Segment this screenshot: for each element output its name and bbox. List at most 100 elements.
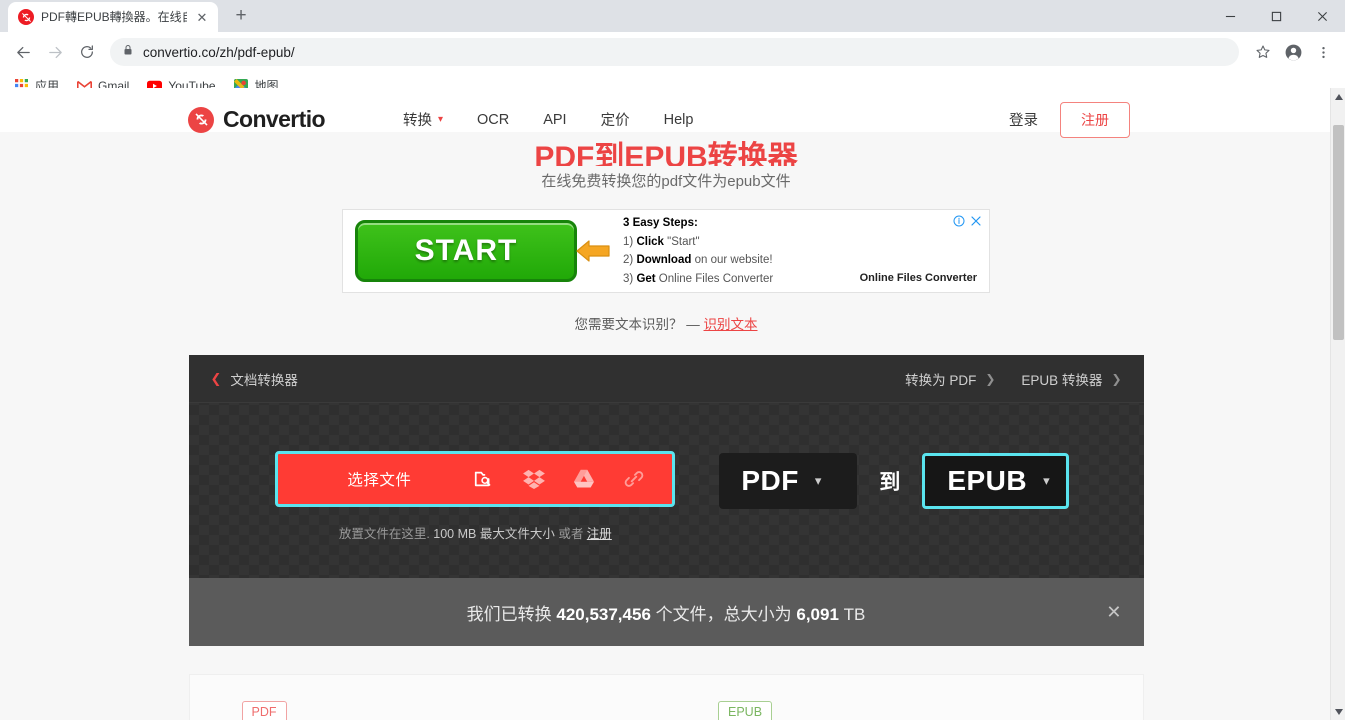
browser-toolbar: convertio.co/zh/pdf-epub/ — [0, 32, 1345, 72]
site-header-actions: 登录 注册 — [1009, 101, 1332, 138]
convertio-favicon — [18, 9, 34, 25]
ad-banner[interactable]: START 3 Easy Steps: 1) Click "Start" 2) … — [342, 209, 990, 293]
browser-titlebar: PDF轉EPUB轉換器。在线自由 – ✕ + — [0, 0, 1345, 32]
breadcrumb-epub-converter[interactable]: EPUB 转换器 ❯ — [1021, 369, 1121, 389]
ad-steps-title: 3 Easy Steps: — [623, 217, 698, 229]
converter-container: ❮ 文档转换器 转换为 PDF ❯ EPUB 转换器 ❯ 选择文件 放置文件在这… — [0, 355, 1332, 674]
file-dropzone[interactable]: 选择文件 放置文件在这里. 100 MB 最大文件大小 或者 注册 — [275, 451, 676, 542]
hint-signup-link[interactable]: 注册 — [587, 527, 612, 541]
ad-step-2: 2) Download on our website! — [623, 251, 773, 270]
ad-steps: 3 Easy Steps: 1) Click "Start" 2) Downlo… — [623, 214, 773, 288]
ad-step-1: 1) Click "Start" — [623, 233, 773, 252]
folder-search-icon[interactable] — [472, 467, 496, 491]
ocr-prompt: 您需要文本识别？ — 识别文本 — [0, 303, 1332, 355]
page-subtitle: 在线免费转换您的pdf文件为epub文件 — [541, 173, 791, 190]
source-format-select[interactable]: PDF ▾ — [719, 453, 858, 509]
ad-step-rest: Online Files Converter — [655, 272, 774, 285]
breadcrumb-to-pdf[interactable]: 转换为 PDF ❯ — [905, 369, 995, 389]
stats-middle: 个文件，总大小为 — [650, 604, 797, 624]
browser-tab[interactable]: PDF轉EPUB轉換器。在线自由 – ✕ — [8, 2, 218, 32]
back-button[interactable] — [8, 37, 38, 67]
ad-step-bold: Click — [636, 235, 664, 248]
scrollbar-thumb[interactable] — [1333, 125, 1344, 340]
ad-step-rest: on our website! — [691, 254, 773, 266]
ad-arrow-icon — [571, 228, 617, 274]
choose-file-button[interactable]: 选择文件 — [275, 451, 676, 507]
ad-info-icon[interactable] — [953, 214, 965, 232]
stats-prefix: 我们已转换 — [466, 604, 557, 624]
page-content: Convertio 转换 ▾ OCR API 定价 Help 登录 注册 PDF… — [0, 88, 1332, 720]
ad-step-num: 1) — [623, 235, 634, 248]
ad-step-num: 2) — [623, 254, 634, 266]
chevron-left-icon: ❮ — [210, 370, 222, 386]
nav-item-ocr[interactable]: OCR — [477, 112, 509, 128]
tab-title: PDF轉EPUB轉換器。在线自由 – — [41, 10, 187, 24]
forward-button[interactable] — [40, 37, 70, 67]
format-tag-epub: EPUB — [718, 701, 773, 720]
converter-body: 选择文件 放置文件在这里. 100 MB 最大文件大小 或者 注册 PDF ▾ … — [189, 403, 1144, 578]
url-text: convertio.co/zh/pdf-epub/ — [143, 44, 295, 60]
ad-step-bold: Download — [636, 254, 692, 266]
nav-item-api[interactable]: API — [543, 112, 566, 128]
login-link[interactable]: 登录 — [1009, 109, 1038, 130]
stats-count: 420,537,456 — [556, 604, 651, 624]
format-info-container: PDF 可携式文件格式 EPUB 电子出版物 — [0, 674, 1332, 720]
convertio-logo-icon — [188, 106, 214, 133]
convertio-logo[interactable]: Convertio — [188, 106, 326, 133]
chevron-right-icon: ❯ — [1111, 371, 1122, 386]
breadcrumb-label: 转换为 PDF — [905, 372, 977, 388]
ad-container: START 3 Easy Steps: 1) Click "Start" 2) … — [0, 191, 1332, 303]
ad-step-rest: "Start" — [663, 235, 700, 248]
close-window-button[interactable] — [1299, 0, 1345, 32]
nav-item-convert[interactable]: 转换 ▾ — [403, 109, 443, 130]
kebab-menu-icon[interactable] — [1309, 38, 1337, 66]
target-format-select[interactable]: EPUB ▾ — [922, 453, 1069, 509]
format-tag-pdf: PDF — [241, 701, 287, 720]
converter-breadcrumb-bar: ❮ 文档转换器 转换为 PDF ❯ EPUB 转换器 ❯ — [188, 355, 1144, 403]
stats-close-icon[interactable]: ✕ — [1106, 602, 1121, 623]
ad-brand-label: Online Files Converter — [859, 272, 977, 284]
breadcrumb-label: 文档转换器 — [230, 372, 298, 388]
to-word-label: 到 — [879, 471, 901, 494]
nav-item-pricing[interactable]: 定价 — [601, 109, 630, 130]
chevron-down-icon: ▾ — [1043, 473, 1050, 488]
stats-unit: TB — [838, 604, 866, 624]
dropbox-icon[interactable] — [522, 467, 546, 491]
minimize-button[interactable] — [1207, 0, 1253, 32]
signup-button[interactable]: 注册 — [1060, 101, 1130, 138]
breadcrumb-back[interactable]: ❮ 文档转换器 — [211, 369, 298, 389]
ad-start-button[interactable]: START — [355, 220, 577, 282]
breadcrumb-links: 转换为 PDF ❯ EPUB 转换器 ❯ — [905, 369, 1121, 389]
google-drive-icon[interactable] — [572, 467, 596, 491]
conversion-stats-text: 我们已转换 420,537,456 个文件，总大小为 6,091 TB — [467, 600, 866, 625]
choose-file-label: 选择文件 — [347, 472, 412, 489]
ad-step-3: 3) Get Online Files Converter — [623, 270, 773, 289]
nav-item-help[interactable]: Help — [664, 112, 694, 128]
star-icon[interactable] — [1249, 38, 1277, 66]
scroll-up-arrow-icon[interactable] — [1331, 88, 1345, 105]
maximize-button[interactable] — [1253, 0, 1299, 32]
ocr-prompt-text: 您需要文本识别？ — — [574, 317, 700, 332]
reload-button[interactable] — [72, 37, 102, 67]
page-scrollbar[interactable] — [1330, 88, 1345, 720]
dropzone-hint: 放置文件在这里. 100 MB 最大文件大小 或者 注册 — [275, 523, 675, 542]
ad-close-icon[interactable] — [970, 214, 982, 232]
chevron-right-icon: ❯ — [985, 371, 996, 386]
converter-panel: ❮ 文档转换器 转换为 PDF ❯ EPUB 转换器 ❯ 选择文件 放置文件在这… — [188, 355, 1144, 646]
site-main-nav: 转换 ▾ OCR API 定价 Help — [403, 109, 693, 130]
link-url-icon[interactable] — [622, 467, 646, 491]
hint-prefix: 放置文件在这里. — [338, 527, 434, 541]
tab-close-icon[interactable]: ✕ — [194, 9, 210, 25]
hero-section: PDF到EPUB转换器 在线免费转换您的pdf文件为epub文件 START 3… — [0, 132, 1332, 720]
address-bar[interactable]: convertio.co/zh/pdf-epub/ — [110, 38, 1239, 66]
window-controls — [1207, 0, 1345, 32]
profile-icon[interactable] — [1279, 38, 1307, 66]
scroll-down-arrow-icon[interactable] — [1331, 703, 1345, 720]
source-format-label: PDF — [741, 465, 799, 496]
format-selectors: PDF ▾ 到 EPUB ▾ — [719, 451, 1069, 509]
browser-window: PDF轉EPUB轉換器。在线自由 – ✕ + — [0, 0, 1345, 720]
new-tab-button[interactable]: + — [228, 3, 254, 29]
chevron-down-icon: ▾ — [437, 114, 443, 125]
ocr-prompt-link[interactable]: 识别文本 — [704, 317, 758, 332]
ad-controls — [953, 214, 982, 232]
